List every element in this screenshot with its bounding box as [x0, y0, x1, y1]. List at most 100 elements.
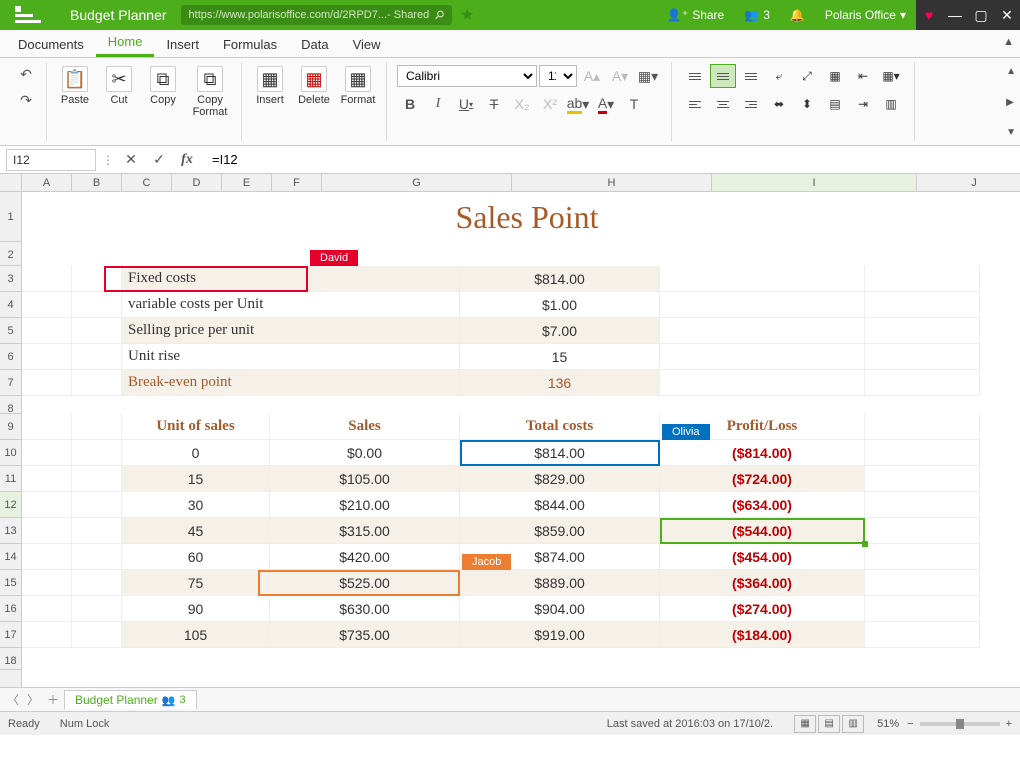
table-cell[interactable]: ($454.00): [660, 544, 865, 570]
undo-button[interactable]: ↶: [12, 62, 40, 86]
table-cell[interactable]: $904.00: [460, 596, 660, 622]
paste-button[interactable]: 📋Paste: [53, 62, 97, 106]
merge-button[interactable]: ▦: [822, 64, 848, 88]
row-header[interactable]: 11: [0, 466, 21, 492]
table-cell[interactable]: $889.00: [460, 570, 660, 596]
row-header[interactable]: 2: [0, 242, 21, 266]
borders-button[interactable]: ▦▾: [878, 64, 904, 88]
table-cell[interactable]: 0: [122, 440, 270, 466]
zoom-slider[interactable]: [920, 722, 1000, 726]
table-cell[interactable]: $919.00: [460, 622, 660, 648]
row-header[interactable]: 10: [0, 440, 21, 466]
maximize-button[interactable]: ▢: [968, 0, 994, 30]
table-cell[interactable]: ($544.00): [660, 518, 865, 544]
row-header[interactable]: 5: [0, 318, 21, 344]
tab-documents[interactable]: Documents: [6, 32, 96, 57]
table-cell[interactable]: 60: [122, 544, 270, 570]
orientation-button[interactable]: ⤢: [794, 64, 820, 88]
col-header[interactable]: J: [917, 174, 1020, 191]
grid[interactable]: Sales Point Fixed costs$814.00 variable …: [22, 192, 1020, 687]
font-color-icon[interactable]: A▾: [593, 92, 619, 116]
sheet-nav-prev-icon[interactable]: 〉: [24, 691, 42, 708]
table-cell[interactable]: 75: [122, 570, 270, 596]
table-header[interactable]: Total costs: [460, 414, 660, 440]
copy-button[interactable]: ⧉Copy: [141, 62, 185, 106]
col-header[interactable]: C: [122, 174, 172, 191]
row-header[interactable]: 9: [0, 414, 21, 440]
table-cell[interactable]: $210.00: [270, 492, 460, 518]
strikethrough-button[interactable]: T: [481, 92, 507, 116]
add-sheet-icon[interactable]: ＋: [44, 691, 62, 708]
bold-button[interactable]: B: [397, 92, 423, 116]
subscript-button[interactable]: X₂: [509, 92, 535, 116]
dist-vert-button[interactable]: ⬍: [794, 92, 820, 116]
indent-dec-button[interactable]: ⇤: [850, 64, 876, 88]
row-header[interactable]: 3: [0, 266, 21, 292]
cell-style-button[interactable]: ▥: [878, 92, 904, 116]
cell-reference-box[interactable]: I12: [6, 149, 96, 171]
col-header[interactable]: H: [512, 174, 712, 191]
cut-button[interactable]: ✂Cut: [97, 62, 141, 106]
share-button[interactable]: 👤⁺Share: [657, 8, 734, 22]
unmerge-button[interactable]: ▤: [822, 92, 848, 116]
align-middle-button[interactable]: [710, 64, 736, 88]
table-header[interactable]: Sales: [270, 414, 460, 440]
align-top-button[interactable]: [682, 64, 708, 88]
cancel-formula-icon[interactable]: ✕: [120, 149, 142, 171]
row-header[interactable]: 7: [0, 370, 21, 396]
cell-value[interactable]: $1.00: [460, 292, 660, 318]
formula-input[interactable]: [204, 149, 1014, 171]
indent-inc-button[interactable]: ⇥: [850, 92, 876, 116]
table-cell[interactable]: $874.00: [460, 544, 660, 570]
zoom-in-icon[interactable]: +: [1006, 718, 1012, 730]
accept-formula-icon[interactable]: ✓: [148, 149, 170, 171]
table-cell[interactable]: $844.00: [460, 492, 660, 518]
ribbon-scroll-right-icon[interactable]: ▶: [1006, 97, 1016, 108]
row-header[interactable]: 4: [0, 292, 21, 318]
table-cell[interactable]: $735.00: [270, 622, 460, 648]
cell-value[interactable]: 15: [460, 344, 660, 370]
cell-value[interactable]: $7.00: [460, 318, 660, 344]
increase-font-icon[interactable]: A▴: [579, 64, 605, 88]
row-header[interactable]: 1: [0, 192, 21, 242]
cell-label[interactable]: Selling price per unit: [122, 318, 460, 344]
col-header[interactable]: G: [322, 174, 512, 191]
zoom-thumb[interactable]: [956, 719, 964, 729]
cell-label[interactable]: variable costs per Unit: [122, 292, 460, 318]
table-cell[interactable]: $814.00: [460, 440, 660, 466]
table-cell[interactable]: 90: [122, 596, 270, 622]
ribbon-scroll-down-icon[interactable]: ▼: [1006, 127, 1016, 138]
table-cell[interactable]: $525.00: [270, 570, 460, 596]
table-cell[interactable]: 30: [122, 492, 270, 518]
star-icon[interactable]: ★: [452, 5, 482, 25]
italic-button[interactable]: I: [425, 92, 451, 116]
view-break-icon[interactable]: ▥: [842, 715, 864, 733]
tab-home[interactable]: Home: [96, 29, 155, 57]
format-cells-button[interactable]: ▦Format: [336, 62, 380, 106]
align-bottom-button[interactable]: [738, 64, 764, 88]
table-cell[interactable]: 105: [122, 622, 270, 648]
sheet-title[interactable]: Sales Point: [22, 192, 1020, 242]
clear-format-button[interactable]: T: [621, 92, 647, 116]
row-header[interactable]: 18: [0, 648, 21, 670]
row-header[interactable]: 8: [0, 396, 21, 414]
table-cell[interactable]: $859.00: [460, 518, 660, 544]
dist-horiz-button[interactable]: ⬌: [766, 92, 792, 116]
ribbon-scroll-up-icon[interactable]: ▲: [1006, 66, 1016, 77]
minimize-button[interactable]: ―: [942, 0, 968, 30]
table-cell[interactable]: $829.00: [460, 466, 660, 492]
table-header[interactable]: Profit/Loss: [660, 414, 865, 440]
select-all-corner[interactable]: [0, 174, 22, 192]
view-page-icon[interactable]: ▤: [818, 715, 840, 733]
cell-value[interactable]: 136: [460, 370, 660, 396]
wrap-text-button[interactable]: ⤶: [766, 64, 792, 88]
col-header[interactable]: E: [222, 174, 272, 191]
decrease-font-icon[interactable]: A▾: [607, 64, 633, 88]
tab-insert[interactable]: Insert: [154, 32, 211, 57]
table-cell[interactable]: $630.00: [270, 596, 460, 622]
font-size-select[interactable]: 11: [539, 65, 577, 87]
table-cell[interactable]: $420.00: [270, 544, 460, 570]
copy-format-button[interactable]: ⧉Copy Format: [185, 62, 235, 118]
table-cell[interactable]: ($814.00): [660, 440, 865, 466]
font-name-select[interactable]: Calibri: [397, 65, 537, 87]
